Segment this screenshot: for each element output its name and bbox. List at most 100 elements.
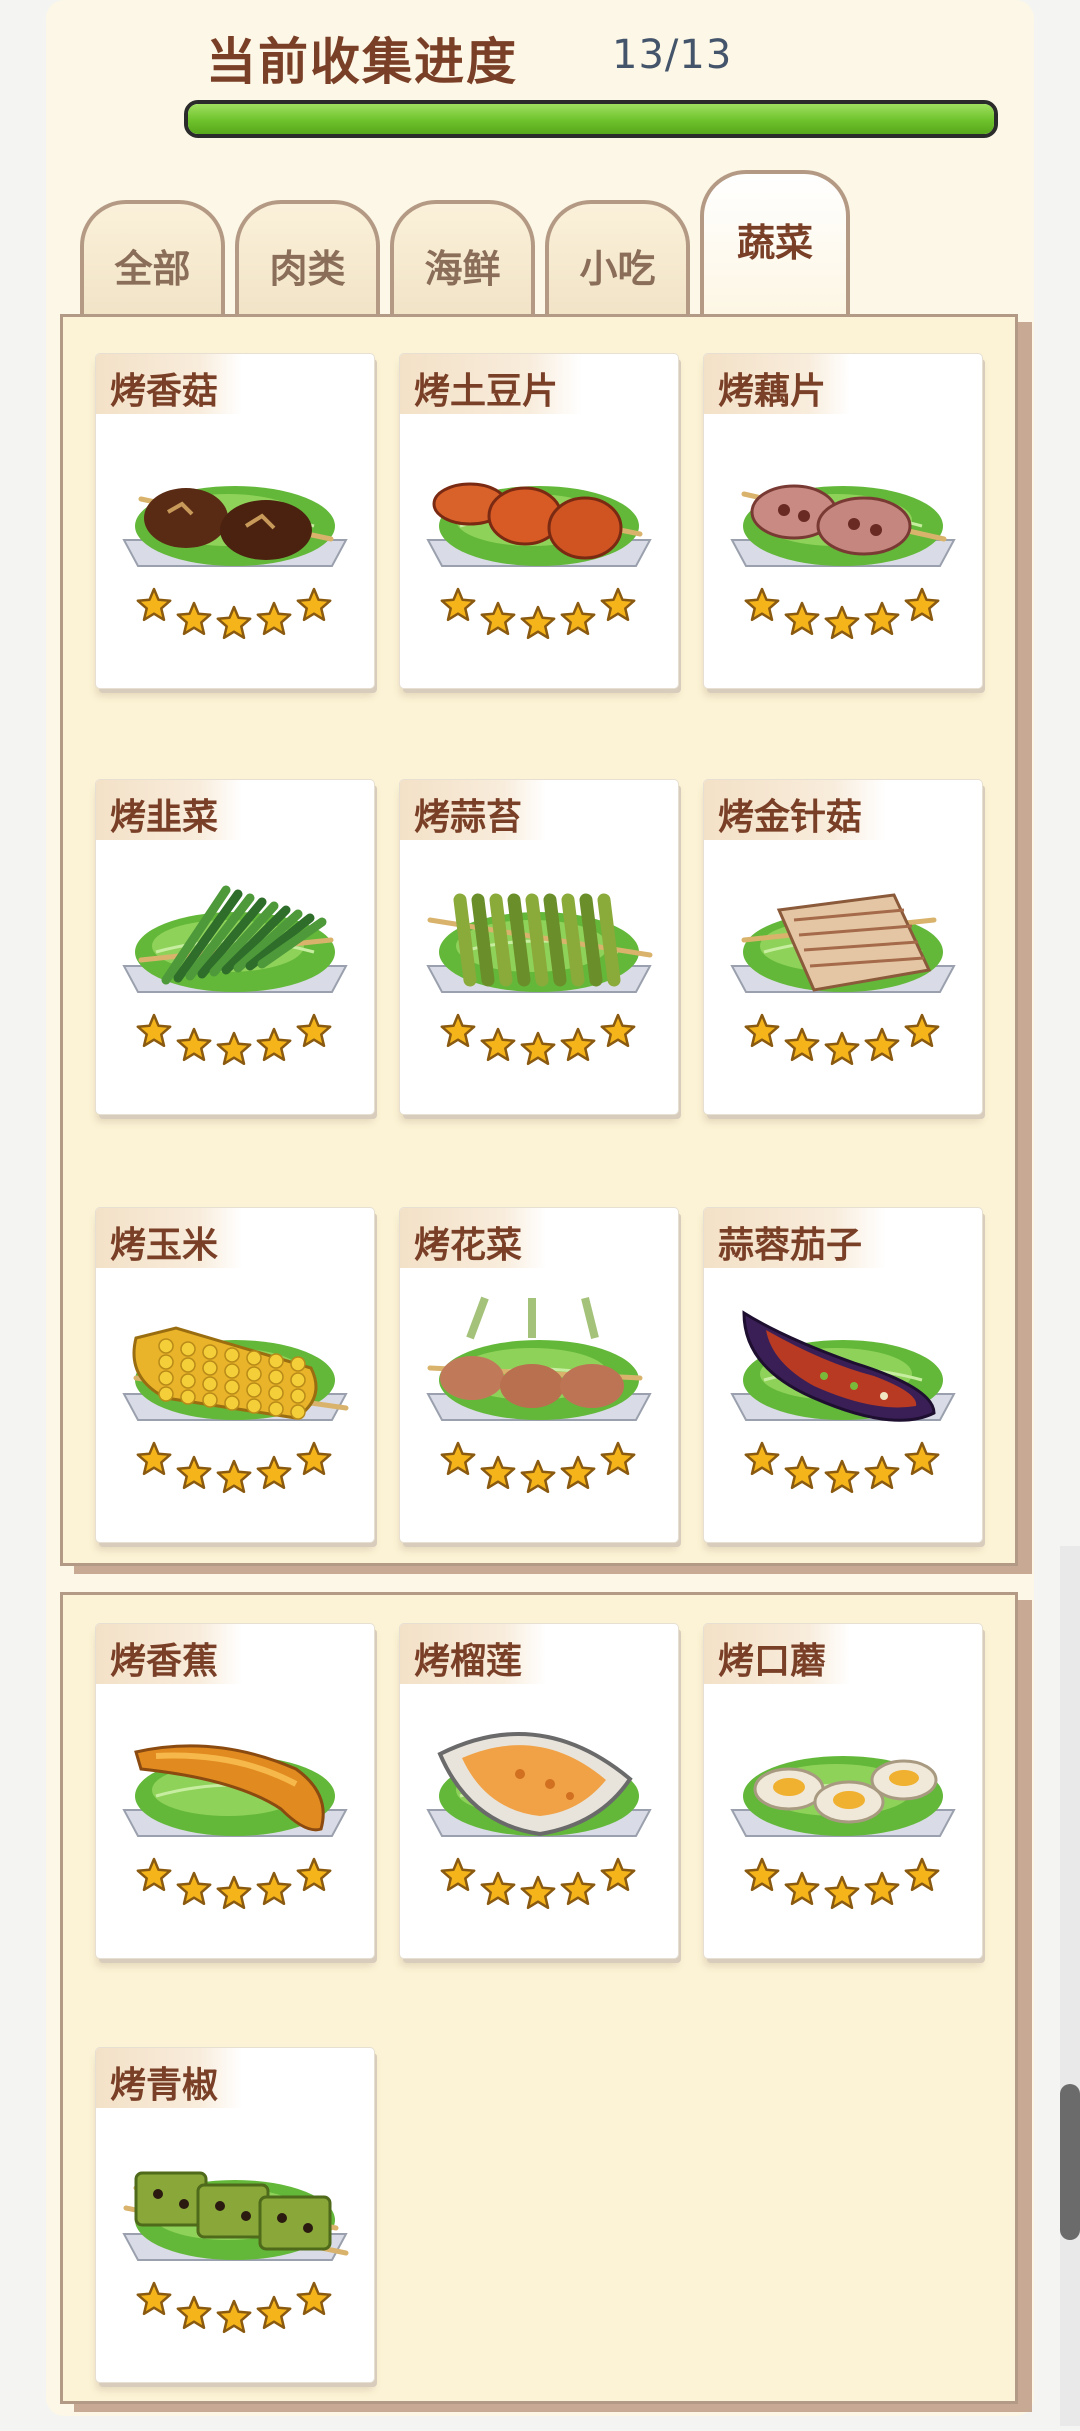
- lotus-icon: [730, 484, 956, 640]
- page-title: 当前收集进度: [206, 33, 518, 91]
- star-icon: [296, 1441, 332, 1476]
- food-name: 烤口蘑: [704, 1624, 851, 1684]
- tab-vegetables[interactable]: 蔬菜: [700, 170, 850, 316]
- food-card-chives[interactable]: 烤韭菜: [96, 780, 374, 1114]
- scrollbar-thumb[interactable]: [1060, 2084, 1080, 2240]
- star-icon: [136, 1013, 172, 1048]
- star-icon: [824, 1459, 860, 1494]
- tab-all[interactable]: 全部: [80, 200, 225, 316]
- food-name: 烤藕片: [704, 354, 851, 414]
- star-icon: [480, 1871, 516, 1906]
- star-icon: [744, 1441, 780, 1476]
- food-card-banana[interactable]: 烤香蕉: [96, 1624, 374, 1958]
- star-icon: [440, 587, 476, 622]
- star-icon: [824, 605, 860, 640]
- star-icon: [216, 2299, 252, 2334]
- star-icon: [784, 1027, 820, 1062]
- food-name: 烤土豆片: [400, 354, 583, 414]
- star-icon: [136, 2281, 172, 2316]
- tab-meat[interactable]: 肉类: [235, 200, 380, 316]
- food-name: 蒜蓉茄子: [704, 1208, 887, 1268]
- food-card-mushroom[interactable]: 烤香菇: [96, 354, 374, 688]
- potato-icon: [426, 482, 652, 640]
- star-icon: [296, 1857, 332, 1892]
- enoki-icon: [730, 893, 956, 1066]
- star-icon: [600, 1013, 636, 1048]
- star-icon: [216, 1875, 252, 1910]
- scrollbar-track[interactable]: [1060, 1546, 1080, 2426]
- star-icon: [216, 1459, 252, 1494]
- star-icon: [176, 1027, 212, 1062]
- star-icon: [864, 1455, 900, 1490]
- green-pepper-icon: [122, 2171, 349, 2334]
- star-icon: [216, 1031, 252, 1066]
- eggplant-icon: [730, 1310, 956, 1494]
- star-icon: [560, 1455, 596, 1490]
- tab-seafood[interactable]: 海鲜: [390, 200, 535, 316]
- tab-label: 肉类: [269, 246, 346, 291]
- star-icon: [440, 1857, 476, 1892]
- progress-bar: [184, 100, 998, 138]
- durian-icon: [426, 1732, 652, 1910]
- food-card-green-pepper[interactable]: 烤青椒: [96, 2048, 374, 2382]
- food-name: 烤榴莲: [400, 1624, 547, 1684]
- food-card-potato[interactable]: 烤土豆片: [400, 354, 678, 688]
- food-card-eggplant[interactable]: 蒜蓉茄子: [704, 1208, 982, 1542]
- star-icon: [520, 605, 556, 640]
- star-icon: [176, 2295, 212, 2330]
- star-icon: [216, 605, 252, 640]
- star-icon: [864, 1871, 900, 1906]
- garlic-shoot-icon: [426, 893, 653, 1066]
- food-card-button-mushroom[interactable]: 烤口蘑: [704, 1624, 982, 1958]
- star-icon: [520, 1031, 556, 1066]
- star-icon: [480, 601, 516, 636]
- star-icon: [136, 1441, 172, 1476]
- star-icon: [480, 1027, 516, 1062]
- star-icon: [296, 2281, 332, 2316]
- button-mushroom-icon: [730, 1756, 956, 1910]
- collection-count: 13/13: [612, 32, 733, 78]
- star-icon: [784, 601, 820, 636]
- tab-label: 蔬菜: [736, 221, 813, 265]
- star-icon: [904, 1857, 940, 1892]
- tab-label: 海鲜: [424, 246, 501, 291]
- star-icon: [824, 1031, 860, 1066]
- star-icon: [296, 587, 332, 622]
- food-name: 烤香菇: [96, 354, 243, 414]
- mushroom-icon: [122, 486, 348, 640]
- star-icon: [136, 1857, 172, 1892]
- star-icon: [176, 1871, 212, 1906]
- food-card-enoki[interactable]: 烤金针菇: [704, 780, 982, 1114]
- star-icon: [560, 1027, 596, 1062]
- star-icon: [480, 1455, 516, 1490]
- star-icon: [560, 601, 596, 636]
- star-icon: [440, 1013, 476, 1048]
- star-icon: [744, 587, 780, 622]
- star-icon: [520, 1459, 556, 1494]
- star-icon: [176, 601, 212, 636]
- star-icon: [600, 1857, 636, 1892]
- food-card-cauliflower[interactable]: 烤花菜: [400, 1208, 678, 1542]
- star-icon: [560, 1871, 596, 1906]
- star-icon: [256, 2295, 292, 2330]
- food-name: 烤青椒: [96, 2048, 243, 2108]
- star-icon: [864, 1027, 900, 1062]
- star-icon: [256, 601, 292, 636]
- food-name: 烤香蕉: [96, 1624, 243, 1684]
- star-icon: [440, 1441, 476, 1476]
- food-card-durian[interactable]: 烤榴莲: [400, 1624, 678, 1958]
- star-icon: [824, 1875, 860, 1910]
- star-icon: [784, 1871, 820, 1906]
- food-card-lotus[interactable]: 烤藕片: [704, 354, 982, 688]
- food-name: 烤花菜: [400, 1208, 547, 1268]
- star-icon: [744, 1857, 780, 1892]
- star-icon: [744, 1013, 780, 1048]
- star-icon: [600, 1441, 636, 1476]
- star-icon: [520, 1875, 556, 1910]
- cauliflower-icon: [426, 1296, 652, 1494]
- tab-label: 全部: [114, 246, 191, 291]
- food-card-garlic-shoot[interactable]: 烤蒜苔: [400, 780, 678, 1114]
- tab-snacks[interactable]: 小吃: [545, 200, 690, 316]
- food-card-corn[interactable]: 烤玉米: [96, 1208, 374, 1542]
- corn-icon: [122, 1326, 349, 1494]
